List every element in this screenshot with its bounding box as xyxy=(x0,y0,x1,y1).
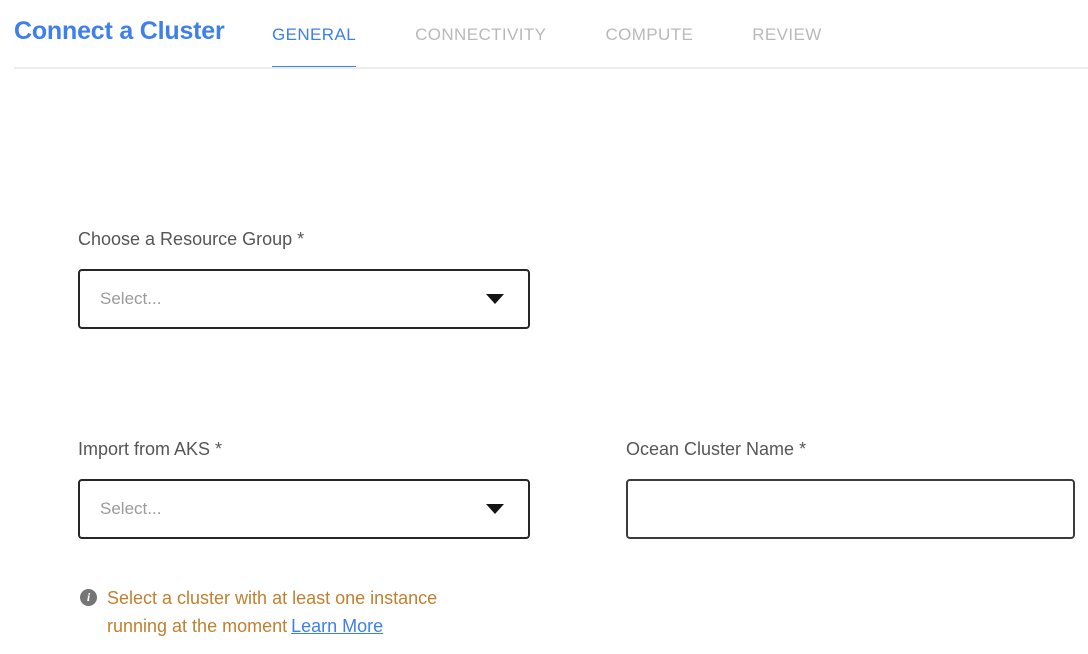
import-aks-field: Import from AKS * Select... xyxy=(78,439,530,539)
tab-connectivity[interactable]: CONNECTIVITY xyxy=(415,0,546,69)
wizard-tabs: GENERAL CONNECTIVITY COMPUTE REVIEW xyxy=(272,0,881,69)
learn-more-link[interactable]: Learn More xyxy=(291,616,383,636)
tab-compute[interactable]: COMPUTE xyxy=(605,0,693,69)
info-message: Select a cluster with at least one insta… xyxy=(107,588,437,636)
tab-review[interactable]: REVIEW xyxy=(752,0,821,69)
wizard-header: Connect a Cluster GENERAL CONNECTIVITY C… xyxy=(0,0,1088,69)
header-divider xyxy=(14,67,1088,69)
ocean-cluster-name-input[interactable] xyxy=(626,479,1075,539)
resource-group-placeholder: Select... xyxy=(100,289,161,309)
tab-general[interactable]: GENERAL xyxy=(272,0,356,69)
resource-group-label: Choose a Resource Group * xyxy=(78,229,530,250)
ocean-cluster-name-label: Ocean Cluster Name * xyxy=(626,439,1075,460)
cluster-info-note: i Select a cluster with at least one ins… xyxy=(80,584,475,640)
connect-cluster-page: Connect a Cluster GENERAL CONNECTIVITY C… xyxy=(0,0,1088,654)
chevron-down-icon xyxy=(486,504,504,514)
ocean-cluster-name-field: Ocean Cluster Name * xyxy=(626,439,1075,539)
info-note-text: Select a cluster with at least one insta… xyxy=(107,584,475,640)
chevron-down-icon xyxy=(486,294,504,304)
page-title: Connect a Cluster xyxy=(14,17,225,46)
info-icon: i xyxy=(80,589,97,606)
import-aks-select[interactable]: Select... xyxy=(78,479,530,539)
import-aks-placeholder: Select... xyxy=(100,499,161,519)
resource-group-field: Choose a Resource Group * Select... xyxy=(78,229,530,329)
import-aks-label: Import from AKS * xyxy=(78,439,530,460)
resource-group-select[interactable]: Select... xyxy=(78,269,530,329)
